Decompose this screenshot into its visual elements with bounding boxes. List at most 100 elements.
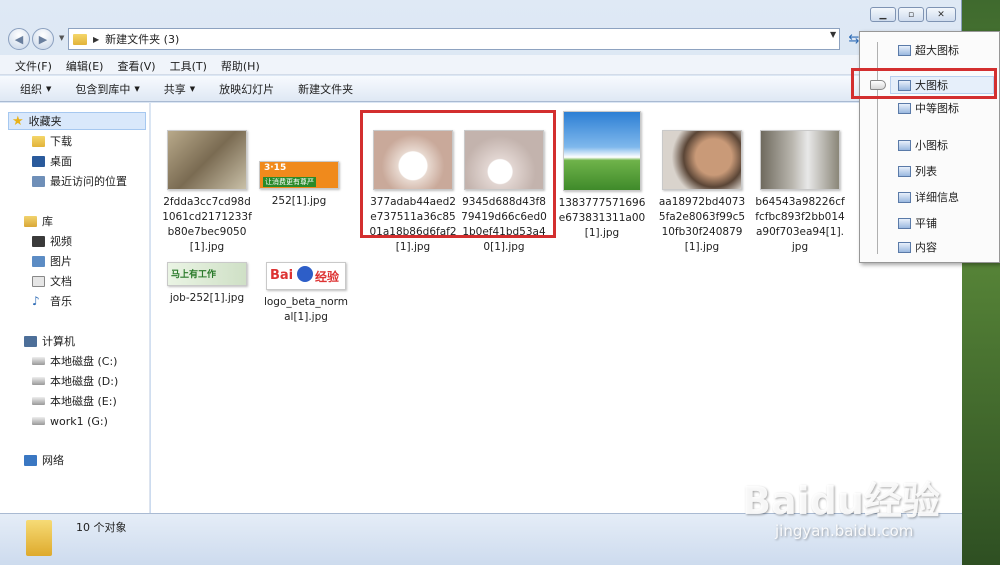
- nav-label: 网络: [42, 454, 64, 467]
- list-icon: [898, 165, 911, 177]
- back-arrow-icon: ◀: [14, 32, 24, 46]
- back-button[interactable]: ◀: [8, 28, 30, 50]
- menu-edit[interactable]: 编辑(E): [59, 55, 111, 74]
- nav-label: work1 (G:): [50, 414, 108, 428]
- breadcrumb-current[interactable]: 新建文件夹 (3): [105, 31, 179, 47]
- thumbnail: [167, 130, 247, 190]
- recent-pages-dropdown[interactable]: ▼: [59, 34, 64, 42]
- drive-icon: [32, 397, 45, 405]
- nav-drive-e[interactable]: 本地磁盘 (E:): [32, 392, 117, 410]
- file-name: 252[1].jpg: [271, 195, 327, 207]
- watermark-url: jingyan.baidu.com: [775, 522, 914, 540]
- nav-documents[interactable]: 文档: [32, 272, 72, 290]
- file-item[interactable]: Bai 经验 logo_beta_normal[1].jpg: [261, 262, 351, 325]
- medium-icons-icon: [898, 102, 911, 114]
- star-icon: ★: [12, 113, 24, 129]
- view-label: 列表: [915, 165, 937, 178]
- view-tiles[interactable]: 平铺: [898, 214, 937, 232]
- view-extra-large-icons[interactable]: 超大图标: [898, 41, 959, 59]
- nav-libraries[interactable]: 库: [24, 212, 53, 230]
- highlight-box: [851, 68, 997, 99]
- nav-label: 最近访问的位置: [50, 175, 127, 188]
- new-folder-button[interactable]: 新建文件夹: [286, 81, 365, 97]
- nav-videos[interactable]: 视频: [32, 232, 72, 250]
- file-item[interactable]: 2fdda3cc7cd98d1061cd2171233fb80e7bec9050…: [162, 130, 252, 255]
- menu-file[interactable]: 文件(F): [8, 55, 59, 74]
- close-button[interactable]: ✕: [926, 7, 956, 22]
- view-content[interactable]: 内容: [898, 238, 937, 256]
- view-label: 内容: [915, 241, 937, 254]
- baidu-logo-text: 经验: [315, 270, 340, 284]
- file-name: aa18972bd40735fa2e8063f99c510fb30f240879…: [658, 196, 746, 253]
- nav-label: 桌面: [50, 155, 72, 168]
- music-icon: ♪: [32, 294, 40, 308]
- nav-desktop[interactable]: 桌面: [32, 152, 72, 170]
- nav-label: 库: [42, 215, 53, 228]
- view-small-icons[interactable]: 小图标: [898, 136, 948, 154]
- pictures-icon: [32, 255, 45, 267]
- menu-tools[interactable]: 工具(T): [163, 55, 214, 74]
- file-name: 2fdda3cc7cd98d1061cd2171233fb80e7bec9050…: [162, 196, 252, 253]
- item-count: 10 个对象: [76, 521, 127, 534]
- view-medium-icons[interactable]: 中等图标: [898, 99, 959, 117]
- thumbnail: Bai 经验: [266, 262, 346, 290]
- file-item[interactable]: 马上有工作 job-252[1].jpg: [162, 262, 252, 306]
- slideshow-button[interactable]: 放映幻灯片: [207, 81, 286, 97]
- drive-icon: [32, 357, 45, 365]
- chevron-down-icon: ▼: [189, 84, 196, 93]
- nav-music[interactable]: ♪ 音乐: [32, 292, 72, 310]
- documents-icon: [32, 275, 45, 287]
- tiles-icon: [898, 217, 911, 229]
- share-button[interactable]: 共享 ▼: [152, 81, 207, 97]
- nav-drive-d[interactable]: 本地磁盘 (D:): [32, 372, 118, 390]
- file-item[interactable]: 3·15 让消费更有尊严 252[1].jpg: [254, 161, 344, 209]
- breadcrumb-arrow-icon[interactable]: ▶: [93, 35, 99, 44]
- maximize-button[interactable]: ▫: [898, 7, 924, 22]
- file-name: logo_beta_normal[1].jpg: [263, 296, 349, 323]
- thumb-text: 3·15: [264, 163, 287, 173]
- organize-button[interactable]: 组织 ▼: [8, 81, 63, 97]
- recent-places-icon: [32, 175, 45, 187]
- nav-label: 下载: [50, 135, 72, 148]
- forward-button[interactable]: ▶: [32, 28, 54, 50]
- menu-help[interactable]: 帮助(H): [214, 55, 267, 74]
- nav-drive-g[interactable]: work1 (G:): [32, 412, 108, 430]
- view-list[interactable]: 列表: [898, 162, 937, 180]
- file-list: 2fdda3cc7cd98d1061cd2171233fb80e7bec9050…: [151, 103, 962, 513]
- view-label: 超大图标: [915, 44, 959, 57]
- nav-label: 视频: [50, 235, 72, 248]
- nav-downloads[interactable]: 下载: [32, 132, 72, 150]
- nav-label: 本地磁盘 (E:): [50, 395, 117, 408]
- nav-pictures[interactable]: 图片: [32, 252, 72, 270]
- nav-network[interactable]: 网络: [24, 451, 64, 469]
- highlight-box: [360, 110, 556, 238]
- nav-recent[interactable]: 最近访问的位置: [32, 172, 127, 190]
- watermark-logo: Baidu经验: [742, 479, 940, 523]
- include-in-library-button[interactable]: 包含到库中 ▼: [63, 81, 151, 97]
- nav-favorites[interactable]: ★ 收藏夹: [8, 112, 146, 130]
- thumbnail: [760, 130, 840, 190]
- video-icon: [32, 235, 45, 247]
- view-details[interactable]: 详细信息: [898, 188, 959, 206]
- thumbnail: 3·15 让消费更有尊严: [259, 161, 339, 189]
- chevron-down-icon: ▼: [46, 84, 52, 93]
- library-icon: [24, 215, 37, 227]
- baidu-logo-text: Bai: [270, 268, 294, 283]
- desktop-icon: [32, 155, 45, 167]
- navigation-pane: ★ 收藏夹 下载 桌面 最近访问的位置 库 视频 图片 文档 ♪ 音乐 计算机: [0, 103, 150, 513]
- file-name: 1383777571696e673831311a00[1].jpg: [558, 197, 646, 239]
- chevron-down-icon: ▼: [134, 84, 140, 93]
- file-item[interactable]: aa18972bd40735fa2e8063f99c510fb30f240879…: [657, 130, 747, 255]
- command-bar: 组织 ▼ 包含到库中 ▼ 共享 ▼ 放映幻灯片 新建文件夹: [0, 76, 962, 102]
- file-item[interactable]: 1383777571696e673831311a00[1].jpg: [557, 111, 647, 241]
- menu-view[interactable]: 查看(V): [110, 55, 162, 74]
- include-label: 包含到库中: [75, 82, 131, 96]
- file-item[interactable]: b64543a98226cffcfbc893f2bb014a90f703ea94…: [755, 130, 845, 255]
- nav-computer[interactable]: 计算机: [24, 332, 75, 350]
- address-dropdown-icon[interactable]: ▼: [830, 30, 836, 39]
- nav-label: 本地磁盘 (D:): [50, 375, 119, 388]
- address-bar[interactable]: ▶ 新建文件夹 (3): [68, 28, 840, 50]
- nav-drive-c[interactable]: 本地磁盘 (C:): [32, 352, 117, 370]
- minimize-button[interactable]: ▁: [870, 7, 896, 22]
- nav-label: 图片: [50, 255, 72, 268]
